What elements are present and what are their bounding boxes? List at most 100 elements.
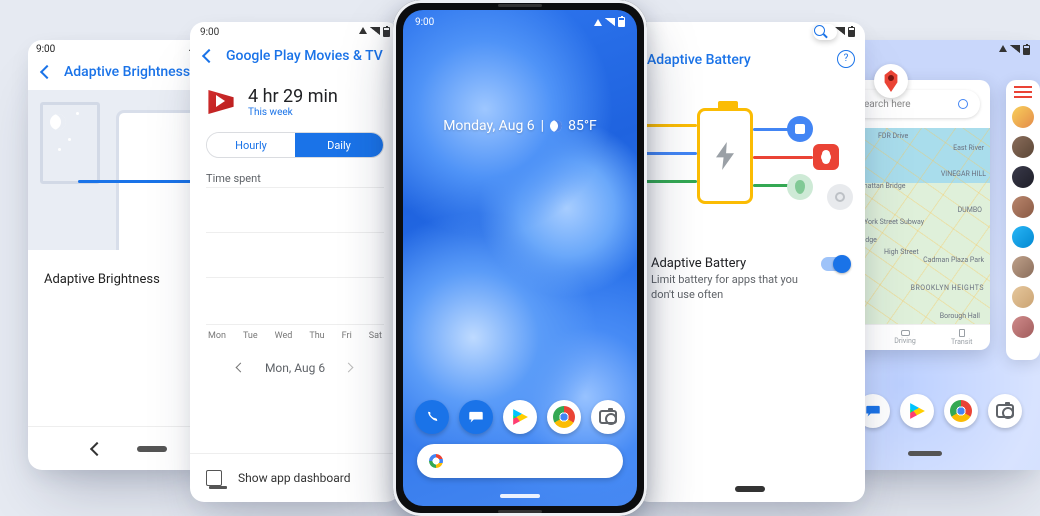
weather-temp: 85°F	[568, 118, 597, 134]
home-pill[interactable]	[908, 451, 942, 456]
day-label: Fri	[342, 331, 352, 341]
wire	[753, 156, 813, 159]
back-arrow-icon[interactable]	[200, 48, 216, 64]
gridline	[206, 232, 384, 233]
usage-period[interactable]: This week	[248, 107, 338, 118]
date-text: Monday, Aug 6	[443, 118, 534, 134]
search-bar[interactable]	[417, 444, 623, 478]
star-icon	[76, 112, 79, 115]
tab-driving[interactable]: Driving	[877, 325, 934, 350]
chart-days: Mon Tue Wed Thu Fri Sat	[190, 325, 400, 347]
phone-icon	[424, 409, 440, 425]
tab-transit[interactable]: Transit	[933, 325, 990, 350]
avatar[interactable]	[1012, 106, 1034, 128]
menu-icon[interactable]	[1014, 86, 1032, 98]
battery-icon	[618, 17, 625, 27]
pin-icon	[795, 180, 805, 194]
chrome-app-icon[interactable]	[547, 400, 581, 434]
status-icons	[999, 45, 1030, 55]
gridline	[206, 187, 384, 188]
help-icon[interactable]	[837, 52, 853, 68]
home-pill[interactable]	[137, 446, 167, 452]
status-bar: 9:00	[190, 22, 400, 42]
signal-icon	[370, 27, 380, 35]
status-icons	[594, 17, 625, 27]
wifi-icon	[359, 27, 367, 34]
illustration	[635, 78, 865, 248]
avatar[interactable]	[1012, 136, 1034, 158]
messages-app-icon[interactable]	[459, 400, 493, 434]
window-frame	[40, 102, 100, 184]
play-store-app-icon[interactable]	[900, 394, 934, 428]
clock: 9:00	[36, 44, 55, 55]
page-title: Adaptive Brightness	[64, 64, 190, 80]
battery-icon	[383, 27, 390, 37]
at-a-glance[interactable]: Monday, Aug 6 | 85°F	[403, 118, 637, 134]
selected-date: Mon, Aug 6	[265, 361, 325, 375]
tab-daily[interactable]: Daily	[295, 133, 383, 157]
prev-day-icon[interactable]	[235, 363, 245, 373]
brightness-slider[interactable]	[78, 180, 208, 183]
chrome-app-icon[interactable]	[944, 394, 978, 428]
clock: 9:00	[200, 27, 219, 38]
recent-app-badge[interactable]	[874, 64, 908, 98]
search-placeholder: Search here	[858, 99, 911, 110]
avatar[interactable]	[1012, 256, 1034, 278]
toggle-switch[interactable]	[821, 257, 849, 271]
play-store-app-icon[interactable]	[503, 400, 537, 434]
star-icon	[58, 148, 61, 151]
setting-row[interactable]: Adaptive Battery Limit battery for apps …	[635, 248, 865, 303]
camera-app-icon[interactable]	[988, 394, 1022, 428]
moon-icon	[50, 114, 66, 130]
camera-app-icon[interactable]	[591, 400, 625, 434]
messages-icon	[468, 409, 484, 425]
avatar[interactable]	[1012, 226, 1034, 248]
chart-label: Time spent	[190, 166, 400, 187]
setting-title: Adaptive Battery	[651, 256, 746, 271]
wifi-icon	[999, 45, 1007, 52]
play-movies-icon	[206, 87, 236, 117]
google-logo-icon	[429, 454, 443, 468]
home-pill[interactable]	[735, 486, 765, 492]
app-node	[813, 144, 839, 170]
segmented-control: Hourly Daily	[206, 132, 384, 158]
bottom-speaker	[498, 510, 542, 513]
show-dashboard-link[interactable]: Show app dashboard	[190, 453, 400, 502]
tab-hourly[interactable]: Hourly	[207, 133, 295, 157]
chrome-icon	[950, 400, 972, 422]
wire	[641, 152, 697, 155]
battery-icon	[848, 27, 855, 37]
search-icon[interactable]	[813, 24, 837, 40]
day-label: Sat	[369, 331, 382, 341]
avatar[interactable]	[1012, 196, 1034, 218]
camera-icon	[996, 404, 1014, 418]
day-label: Wed	[275, 331, 293, 341]
app-node	[827, 184, 853, 210]
peek-card[interactable]	[1006, 80, 1040, 360]
map-label: High Street	[884, 248, 919, 256]
next-day-icon[interactable]	[345, 363, 355, 373]
screen-adaptive-battery: Adaptive Battery Adaptive Battery Limit …	[635, 22, 865, 502]
avatar[interactable]	[1012, 316, 1034, 338]
gridline	[206, 277, 384, 278]
back-arrow-icon[interactable]	[38, 64, 54, 80]
maps-icon	[883, 70, 899, 92]
square-icon	[795, 124, 805, 134]
avatar[interactable]	[1012, 286, 1034, 308]
page-title: Google Play Movies & TV	[226, 48, 383, 64]
usage-duration: 4 hr 29 min	[248, 86, 338, 107]
avatar[interactable]	[1012, 166, 1034, 188]
back-icon[interactable]	[89, 442, 103, 456]
moon-icon	[550, 120, 562, 132]
camera-icon	[599, 410, 617, 424]
wifi-icon	[594, 19, 602, 26]
voice-icon[interactable]	[958, 99, 968, 109]
circle-icon	[835, 192, 845, 202]
app-node	[787, 116, 813, 142]
phone-app-icon[interactable]	[415, 400, 449, 434]
dots-icon	[821, 152, 831, 162]
play-icon	[511, 408, 529, 426]
home-pill[interactable]	[500, 494, 540, 498]
day-label: Thu	[309, 331, 324, 341]
transit-icon	[959, 329, 965, 337]
